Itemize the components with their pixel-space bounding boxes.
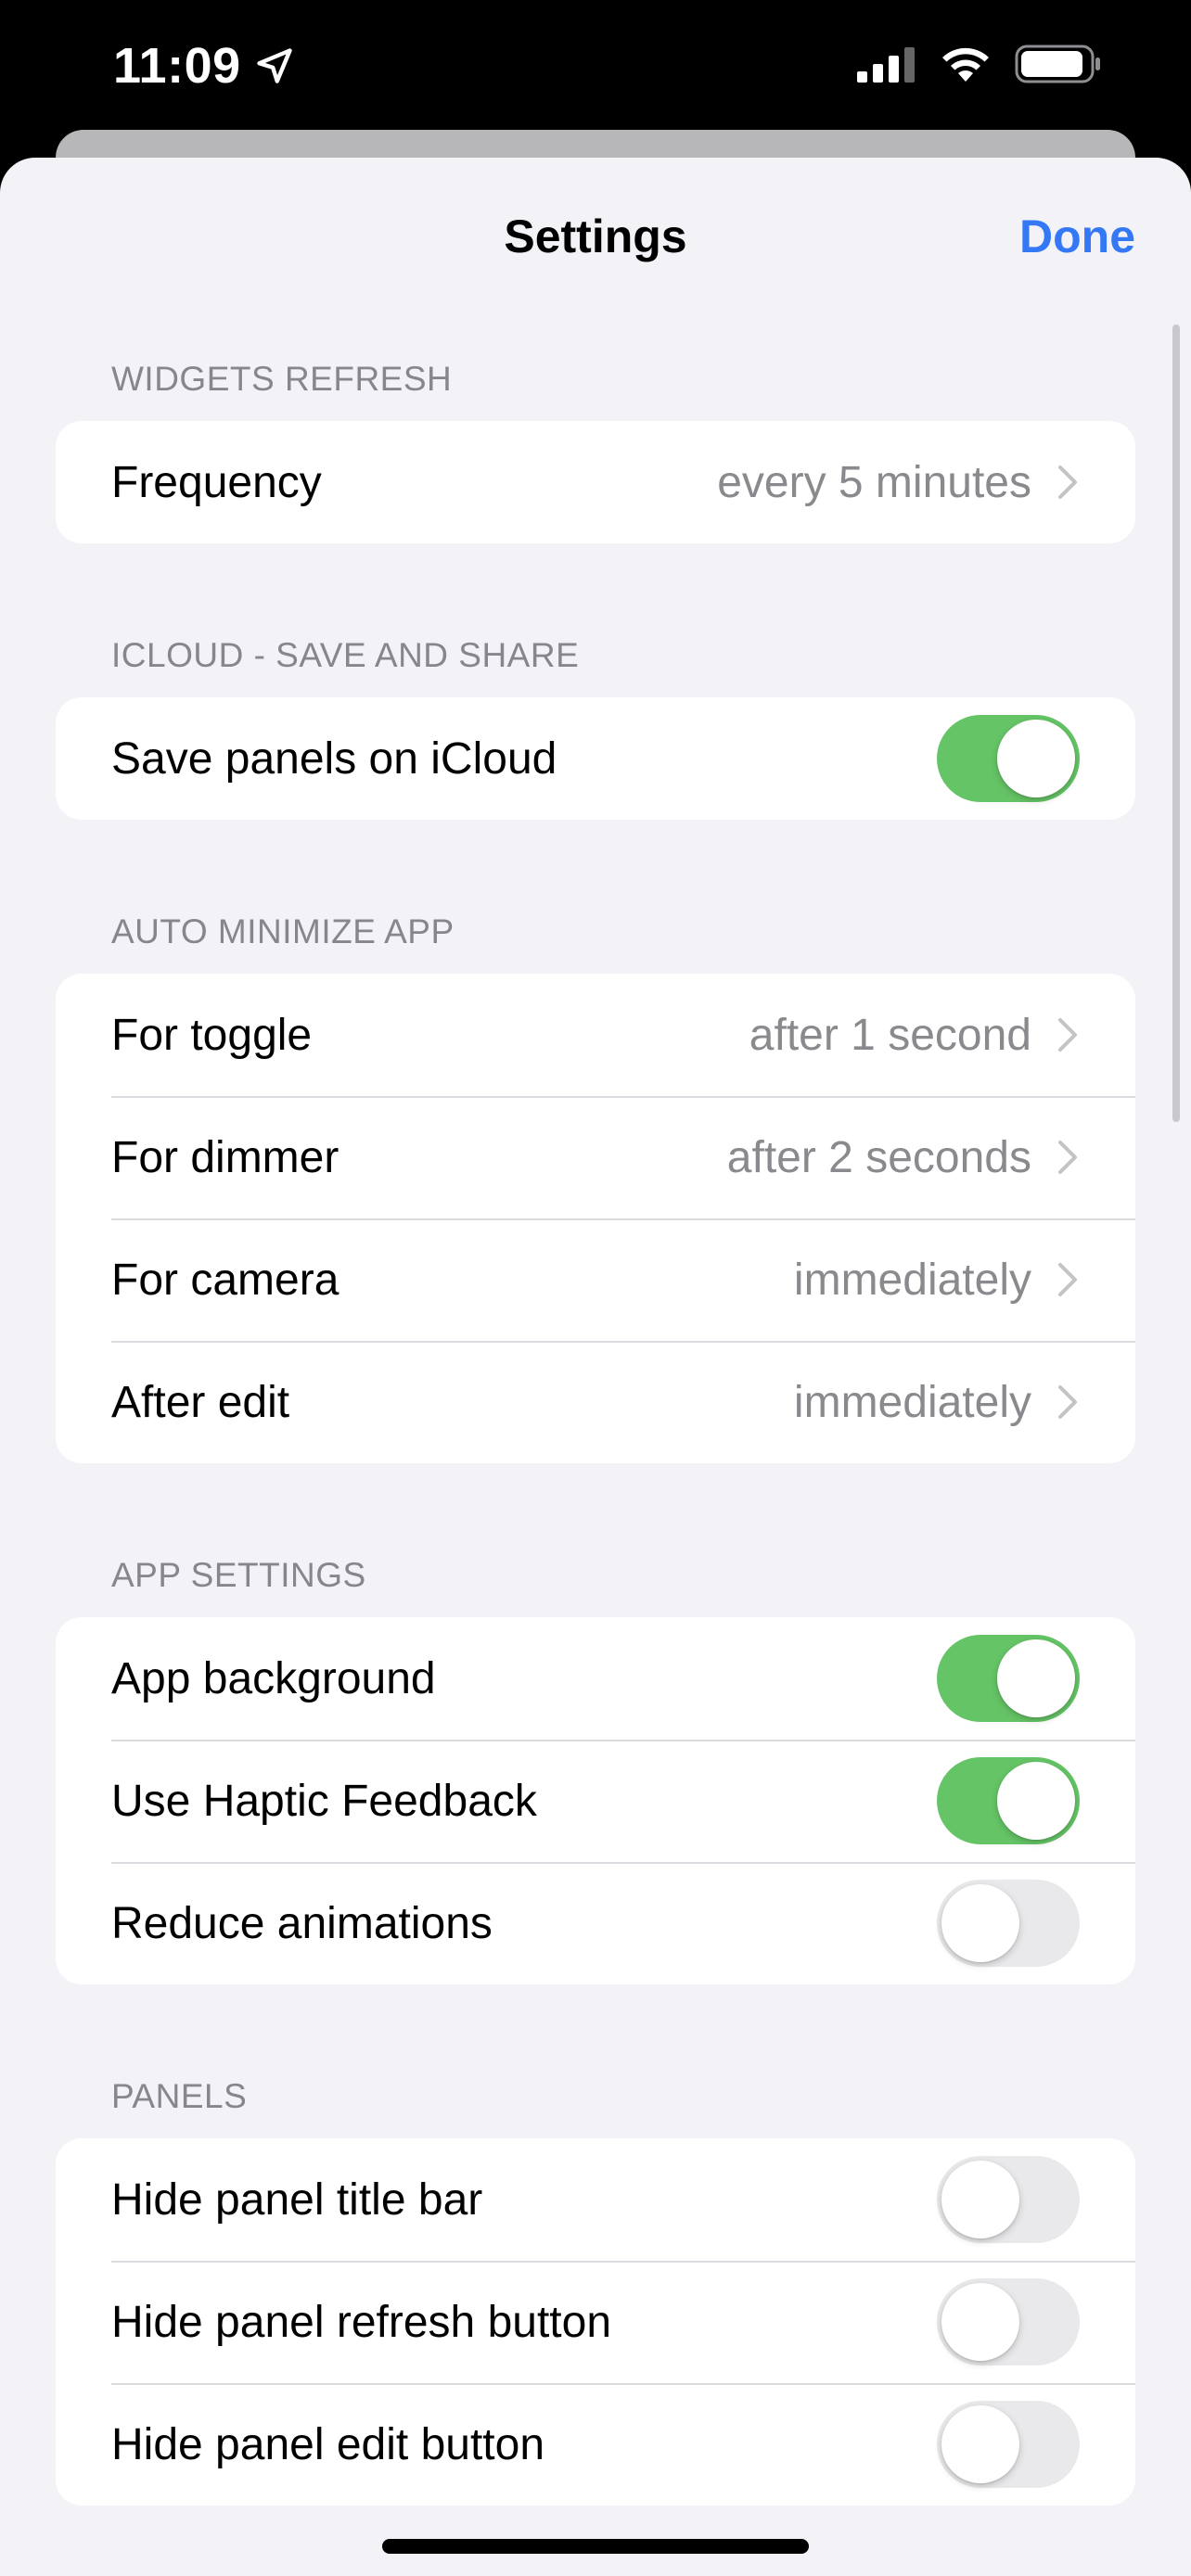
app-background-label: App background xyxy=(111,1653,436,1703)
row-reduce-animations: Reduce animations xyxy=(56,1862,1135,1984)
row-for-toggle[interactable]: For toggle after 1 second xyxy=(56,974,1135,1096)
row-hide-title-bar: Hide panel title bar xyxy=(56,2138,1135,2261)
group-panels: Hide panel title bar Hide panel refresh … xyxy=(56,2138,1135,2506)
scroll-indicator[interactable] xyxy=(1172,325,1180,1122)
section-header-icloud: ICLOUD - SAVE AND SHARE xyxy=(111,636,580,674)
row-app-background: App background xyxy=(56,1617,1135,1740)
chevron-right-icon xyxy=(1058,1263,1077,1296)
wifi-icon xyxy=(942,47,989,82)
hide-edit-button-label: Hide panel edit button xyxy=(111,2419,545,2469)
chevron-right-icon xyxy=(1058,1385,1077,1419)
hide-refresh-button-toggle[interactable] xyxy=(937,2278,1080,2366)
settings-sheet: Settings Done WIDGETS REFRESH Frequency … xyxy=(0,158,1191,2576)
chevron-right-icon xyxy=(1058,1018,1077,1052)
home-indicator[interactable] xyxy=(382,2539,809,2554)
row-save-panels-icloud: Save panels on iCloud xyxy=(56,697,1135,820)
for-dimmer-value: after 2 seconds xyxy=(726,1132,1031,1182)
row-haptic-feedback: Use Haptic Feedback xyxy=(56,1740,1135,1862)
toggle-knob xyxy=(997,1762,1075,1840)
toggle-knob xyxy=(941,2405,1019,2483)
page-title: Settings xyxy=(504,210,687,262)
section-header-widgets-refresh: WIDGETS REFRESH xyxy=(111,360,453,398)
row-for-dimmer[interactable]: For dimmer after 2 seconds xyxy=(56,1096,1135,1218)
status-bar: 11:09 xyxy=(0,0,1191,139)
group-auto-minimize: For toggle after 1 second For dimmer aft… xyxy=(56,974,1135,1463)
row-hide-refresh-button: Hide panel refresh button xyxy=(56,2261,1135,2383)
frequency-label: Frequency xyxy=(111,457,322,507)
toggle-knob xyxy=(941,2283,1019,2361)
for-toggle-value: after 1 second xyxy=(749,1010,1031,1060)
reduce-animations-label: Reduce animations xyxy=(111,1898,493,1948)
toggle-knob xyxy=(941,1884,1019,1962)
cellular-signal-icon xyxy=(857,47,915,83)
hide-title-bar-label: Hide panel title bar xyxy=(111,2174,483,2225)
battery-icon xyxy=(1015,45,1100,83)
after-edit-label: After edit xyxy=(111,1377,290,1427)
for-toggle-label: For toggle xyxy=(111,1010,313,1060)
clock-label: 11:09 xyxy=(113,38,241,94)
hide-title-bar-toggle[interactable] xyxy=(937,2156,1080,2243)
group-icloud: Save panels on iCloud xyxy=(56,697,1135,820)
section-header-panels: PANELS xyxy=(111,2077,248,2115)
for-dimmer-label: For dimmer xyxy=(111,1132,339,1182)
after-edit-value: immediately xyxy=(793,1377,1031,1427)
row-frequency[interactable]: Frequency every 5 minutes xyxy=(56,421,1135,543)
toggle-knob xyxy=(941,2161,1019,2238)
group-app-settings: App background Use Haptic Feedback Reduc… xyxy=(56,1617,1135,1984)
row-after-edit[interactable]: After edit immediately xyxy=(56,1341,1135,1463)
chevron-right-icon xyxy=(1058,1141,1077,1174)
hide-refresh-button-label: Hide panel refresh button xyxy=(111,2297,612,2347)
app-background-toggle[interactable] xyxy=(937,1635,1080,1722)
done-button[interactable]: Done xyxy=(1019,210,1135,263)
chevron-right-icon xyxy=(1058,465,1077,499)
row-hide-edit-button: Hide panel edit button xyxy=(56,2383,1135,2506)
for-camera-label: For camera xyxy=(111,1255,339,1305)
status-time: 11:09 xyxy=(113,37,295,95)
reduce-animations-toggle[interactable] xyxy=(937,1880,1080,1967)
status-icons xyxy=(857,45,1102,83)
row-for-camera[interactable]: For camera immediately xyxy=(56,1218,1135,1341)
haptic-feedback-toggle[interactable] xyxy=(937,1757,1080,1844)
save-panels-toggle[interactable] xyxy=(937,715,1080,802)
toggle-knob xyxy=(997,1639,1075,1717)
toggle-knob xyxy=(997,720,1075,797)
frequency-value: every 5 minutes xyxy=(717,457,1031,507)
section-header-auto-minimize: AUTO MINIMIZE APP xyxy=(111,912,455,950)
save-panels-label: Save panels on iCloud xyxy=(111,733,557,784)
for-camera-value: immediately xyxy=(793,1255,1031,1305)
hide-edit-button-toggle[interactable] xyxy=(937,2401,1080,2488)
section-header-app-settings: APP SETTINGS xyxy=(111,1556,366,1594)
haptic-feedback-label: Use Haptic Feedback xyxy=(111,1776,537,1826)
group-widgets-refresh: Frequency every 5 minutes xyxy=(56,421,1135,543)
location-arrow-icon xyxy=(256,48,292,83)
